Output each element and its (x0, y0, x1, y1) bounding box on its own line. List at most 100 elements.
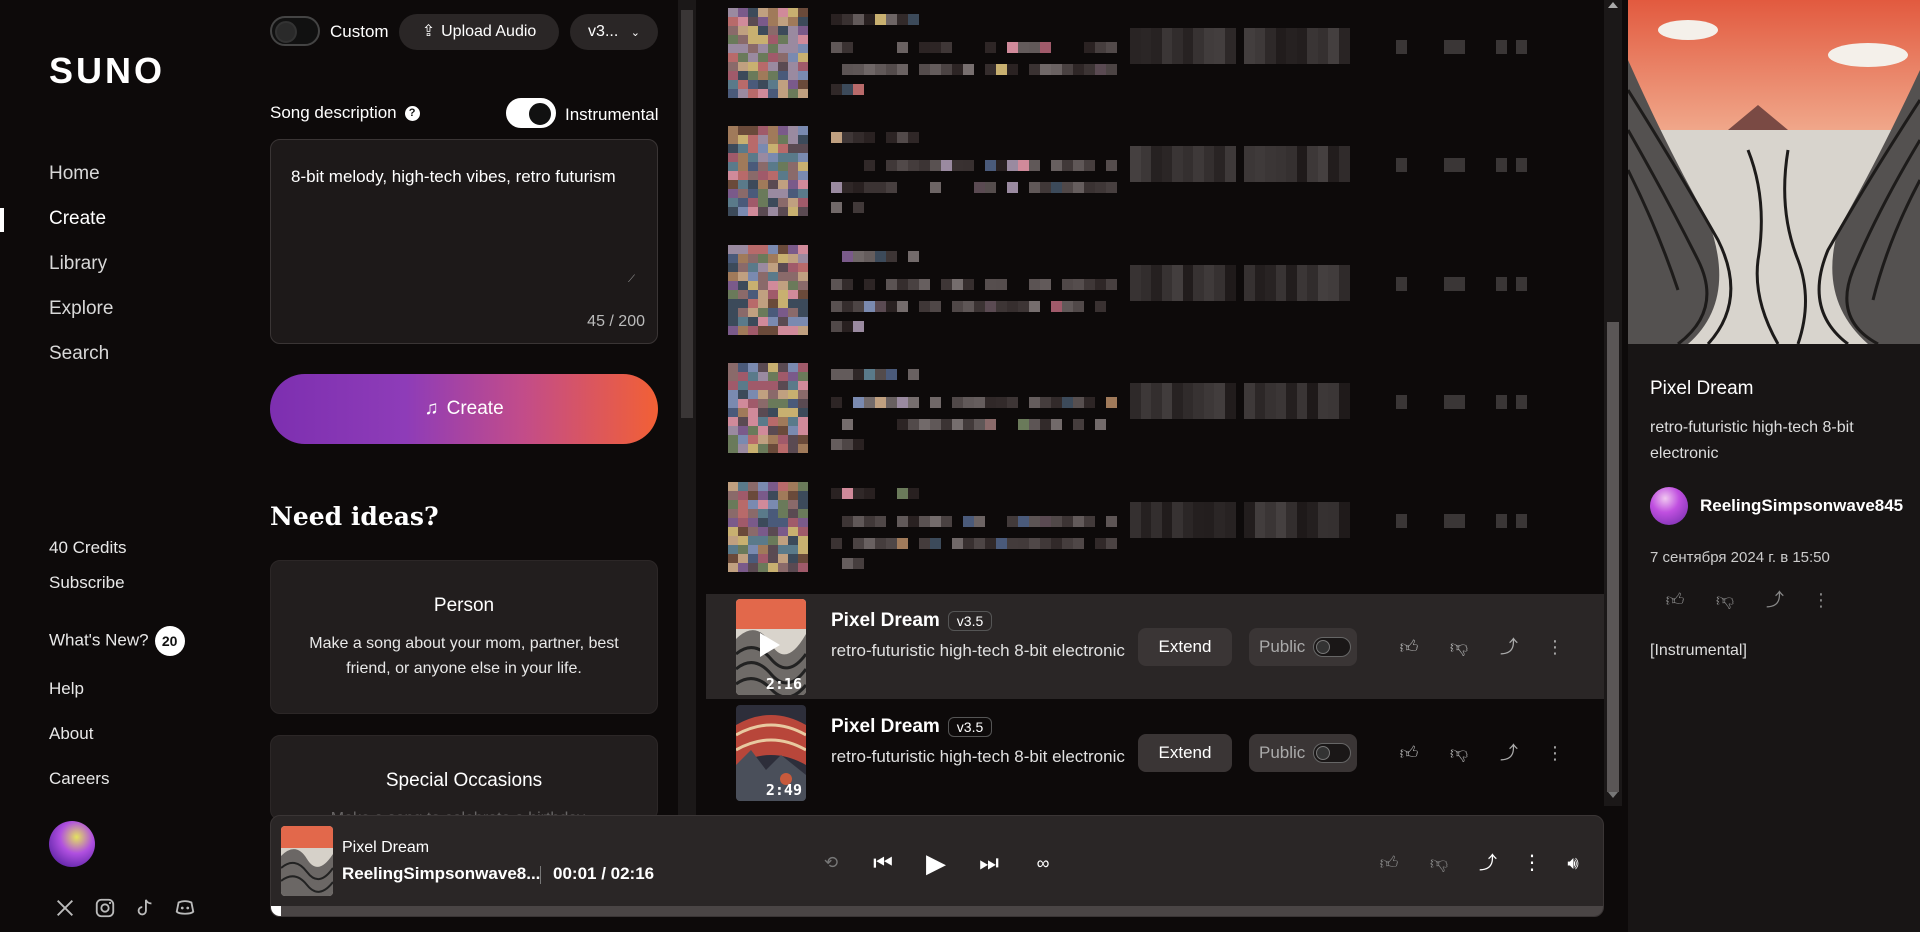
mosaic-pixel (1454, 514, 1465, 528)
thumbs-up-icon[interactable]: 👍︎ (1396, 634, 1422, 660)
thumbs-up-icon[interactable]: 👍︎ (1374, 848, 1404, 878)
thumbs-down-icon[interactable]: 👎︎ (1446, 634, 1472, 660)
player-song-title[interactable]: Pixel Dream (342, 839, 429, 857)
song-cover-art[interactable]: 2:49 (736, 705, 806, 801)
mosaic-pixel (908, 279, 919, 290)
mosaic-pixel (748, 399, 758, 408)
thumbs-down-icon[interactable]: 👎︎ (1424, 848, 1454, 878)
loop-icon[interactable]: ∞ (1028, 848, 1058, 878)
create-button[interactable]: ♫ Create (270, 374, 658, 444)
volume-icon[interactable]: 🔊︎ (1558, 848, 1588, 878)
careers-link[interactable]: Careers (49, 769, 109, 789)
mosaic-pixel (1275, 265, 1287, 301)
mosaic-pixel (842, 182, 853, 193)
custom-label: Custom (330, 22, 389, 41)
subscribe-link[interactable]: Subscribe (49, 573, 125, 593)
song-description-input[interactable]: 8-bit melody, high-tech vibes, retro fut… (270, 139, 658, 344)
player-cover-art[interactable] (281, 826, 333, 896)
repeat-icon[interactable]: ⟲ (816, 848, 846, 878)
mosaic-pixel (778, 180, 788, 189)
song-row[interactable]: 2:16 Pixel Dream v3.5 retro-futuristic hi… (706, 594, 1604, 699)
version-select[interactable]: v3... ⌄ (570, 14, 658, 50)
song-description-value[interactable]: 8-bit melody, high-tech vibes, retro fut… (291, 162, 631, 191)
resize-handle-icon[interactable]: ⟋ (628, 274, 635, 285)
whats-new-label: What's New? (49, 630, 149, 650)
mosaic-pixel (778, 563, 788, 572)
whats-new-link[interactable]: What's New? 20 (49, 626, 185, 656)
x-icon[interactable] (53, 897, 77, 921)
mosaic-pixel (1516, 514, 1527, 528)
previous-icon[interactable]: ⏮ (868, 848, 898, 878)
mosaic-pixel (728, 381, 738, 390)
suno-logo[interactable]: SUNO (49, 50, 165, 92)
more-options-icon[interactable]: ⋮ (1808, 587, 1834, 613)
tiktok-icon[interactable] (133, 897, 157, 921)
mosaic-pixel (1029, 419, 1040, 430)
mosaic-pixel (778, 162, 788, 171)
thumbs-up-icon[interactable]: 👍︎ (1396, 740, 1422, 766)
progress-bar[interactable] (271, 906, 1603, 916)
more-options-icon[interactable]: ⋮ (1542, 740, 1568, 766)
song-title[interactable]: Pixel Dream v3.5 (831, 716, 993, 738)
public-toggle-pill[interactable]: Public (1249, 628, 1357, 666)
song-cover-art[interactable]: 2:16 (736, 599, 806, 695)
obscured-song-row (706, 347, 1604, 457)
mosaic-pixel (728, 8, 738, 17)
mosaic-pixel (748, 263, 758, 272)
thumbs-down-icon[interactable]: 👎︎ (1446, 740, 1472, 766)
thumbs-down-icon[interactable]: 👎︎ (1712, 587, 1738, 613)
mosaic-pixel (758, 171, 768, 180)
mosaic-pixel (1007, 182, 1018, 193)
help-icon[interactable]: ? (404, 106, 420, 122)
song-list-scrollbar[interactable] (1604, 0, 1622, 806)
mosaic-pixel (748, 554, 758, 563)
upload-audio-button[interactable]: ⇪ Upload Audio (399, 14, 559, 50)
song-row[interactable]: 2:49 Pixel Dream v3.5 retro-futuristic hi… (706, 700, 1604, 805)
play-icon[interactable] (760, 633, 780, 657)
nav-search[interactable]: Search (49, 343, 109, 365)
instagram-icon[interactable] (93, 897, 117, 921)
detail-user-avatar[interactable] (1650, 487, 1688, 525)
more-options-icon[interactable]: ⋮ (1542, 634, 1568, 660)
more-options-icon[interactable]: ⋮ (1517, 848, 1547, 878)
nav-home[interactable]: Home (49, 163, 100, 185)
scroll-down-arrow-icon[interactable] (1608, 792, 1618, 798)
mosaic-pixel (768, 281, 778, 290)
idea-card-special-occasions[interactable]: Special Occasions Make a song to celebra… (270, 735, 658, 820)
create-panel-scrollbar[interactable] (678, 0, 696, 820)
share-icon[interactable]: ⤴ (1762, 587, 1788, 613)
extend-button[interactable]: Extend (1138, 734, 1232, 772)
detail-username[interactable]: ReelingSimpsonwave845 (1700, 496, 1903, 516)
scrollbar-thumb[interactable] (1607, 322, 1619, 792)
share-icon[interactable]: ⤴ (1473, 848, 1503, 878)
about-link[interactable]: About (49, 724, 93, 744)
song-description: retro-futuristic high-tech 8-bit electro… (831, 641, 1125, 660)
mosaic-pixel (941, 42, 952, 53)
discord-icon[interactable] (173, 897, 197, 921)
public-toggle-pill[interactable]: Public (1249, 734, 1357, 772)
thumbs-up-icon[interactable]: 👍︎ (1662, 587, 1688, 613)
scroll-up-arrow-icon[interactable] (1608, 2, 1618, 8)
mosaic-pixel (897, 14, 908, 25)
next-icon[interactable]: ⏭ (974, 848, 1004, 878)
nav-library[interactable]: Library (49, 253, 107, 275)
extend-button[interactable]: Extend (1138, 628, 1232, 666)
detail-description: retro-futuristic high-tech 8-bit electro… (1650, 419, 1854, 462)
nav-create[interactable]: Create (49, 208, 106, 230)
mosaic-pixel (738, 326, 748, 335)
play-icon[interactable]: ▶ (921, 848, 951, 878)
share-icon[interactable]: ⤴ (1496, 740, 1522, 766)
idea-card-person[interactable]: Person Make a song about your mom, partn… (270, 560, 658, 714)
public-toggle[interactable] (1313, 637, 1351, 657)
help-link[interactable]: Help (49, 679, 84, 699)
user-avatar[interactable] (49, 821, 95, 867)
instrumental-toggle[interactable] (506, 98, 556, 128)
share-icon[interactable]: ⤴ (1496, 634, 1522, 660)
nav-explore[interactable]: Explore (49, 298, 113, 320)
scrollbar-thumb[interactable] (681, 10, 693, 418)
public-toggle[interactable] (1313, 743, 1351, 763)
mosaic-pixel (728, 554, 738, 563)
song-title[interactable]: Pixel Dream v3.5 (831, 610, 993, 632)
player-username[interactable]: ReelingSimpsonwave8... (342, 864, 540, 884)
custom-toggle[interactable] (270, 16, 320, 46)
